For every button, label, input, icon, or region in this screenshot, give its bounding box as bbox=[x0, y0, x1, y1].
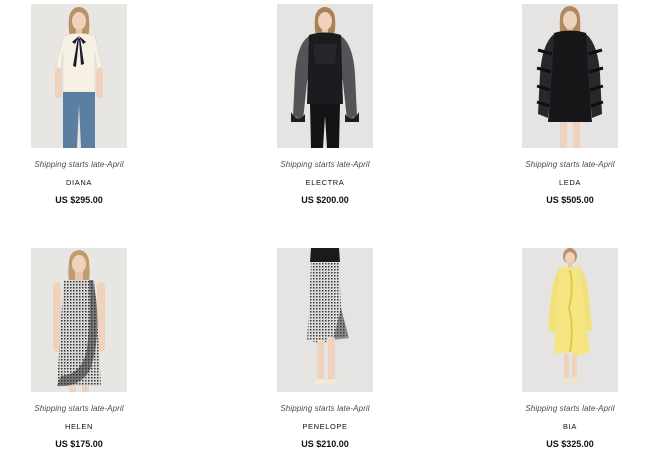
product-card: Shipping starts late-April LEDA US $505.… bbox=[510, 4, 630, 206]
shipping-note: Shipping starts late-April bbox=[525, 160, 615, 169]
product-image[interactable] bbox=[522, 4, 618, 148]
product-price: US $210.00 bbox=[301, 439, 349, 449]
product-card: Shipping starts late-April ELECTRA US $2… bbox=[265, 4, 385, 206]
product-name[interactable]: DIANA bbox=[19, 178, 139, 188]
product-price: US $505.00 bbox=[546, 195, 594, 205]
product-name[interactable]: LEDA bbox=[510, 178, 630, 188]
product-image[interactable] bbox=[31, 4, 127, 148]
product-card: Shipping starts late-April PENELOPE US $… bbox=[265, 248, 385, 450]
product-name[interactable]: BIA bbox=[510, 422, 630, 432]
product-image[interactable] bbox=[522, 248, 618, 392]
product-image[interactable] bbox=[31, 248, 127, 392]
product-image[interactable] bbox=[277, 4, 373, 148]
product-price: US $175.00 bbox=[55, 439, 103, 449]
product-card: Shipping starts late-April DIANA US $295… bbox=[19, 4, 139, 206]
product-image[interactable] bbox=[277, 248, 373, 392]
shipping-note: Shipping starts late-April bbox=[280, 404, 370, 413]
product-name[interactable]: ELECTRA bbox=[265, 178, 385, 188]
model-photo-icon bbox=[31, 4, 127, 148]
model-photo-icon bbox=[522, 4, 618, 148]
shipping-note: Shipping starts late-April bbox=[34, 160, 124, 169]
model-photo-icon bbox=[277, 4, 373, 148]
product-price: US $295.00 bbox=[55, 195, 103, 205]
product-card: Shipping starts late-April HELEN US $175… bbox=[19, 248, 139, 450]
product-name[interactable]: HELEN bbox=[19, 422, 139, 432]
product-name[interactable]: PENELOPE bbox=[265, 422, 385, 432]
shipping-note: Shipping starts late-April bbox=[525, 404, 615, 413]
model-photo-icon bbox=[31, 248, 127, 392]
shipping-note: Shipping starts late-April bbox=[34, 404, 124, 413]
product-price: US $200.00 bbox=[301, 195, 349, 205]
product-card: Shipping starts late-April BIA US $325.0… bbox=[510, 248, 630, 450]
model-photo-icon bbox=[277, 248, 373, 392]
shipping-note: Shipping starts late-April bbox=[280, 160, 370, 169]
model-photo-icon bbox=[522, 248, 618, 392]
product-price: US $325.00 bbox=[546, 439, 594, 449]
